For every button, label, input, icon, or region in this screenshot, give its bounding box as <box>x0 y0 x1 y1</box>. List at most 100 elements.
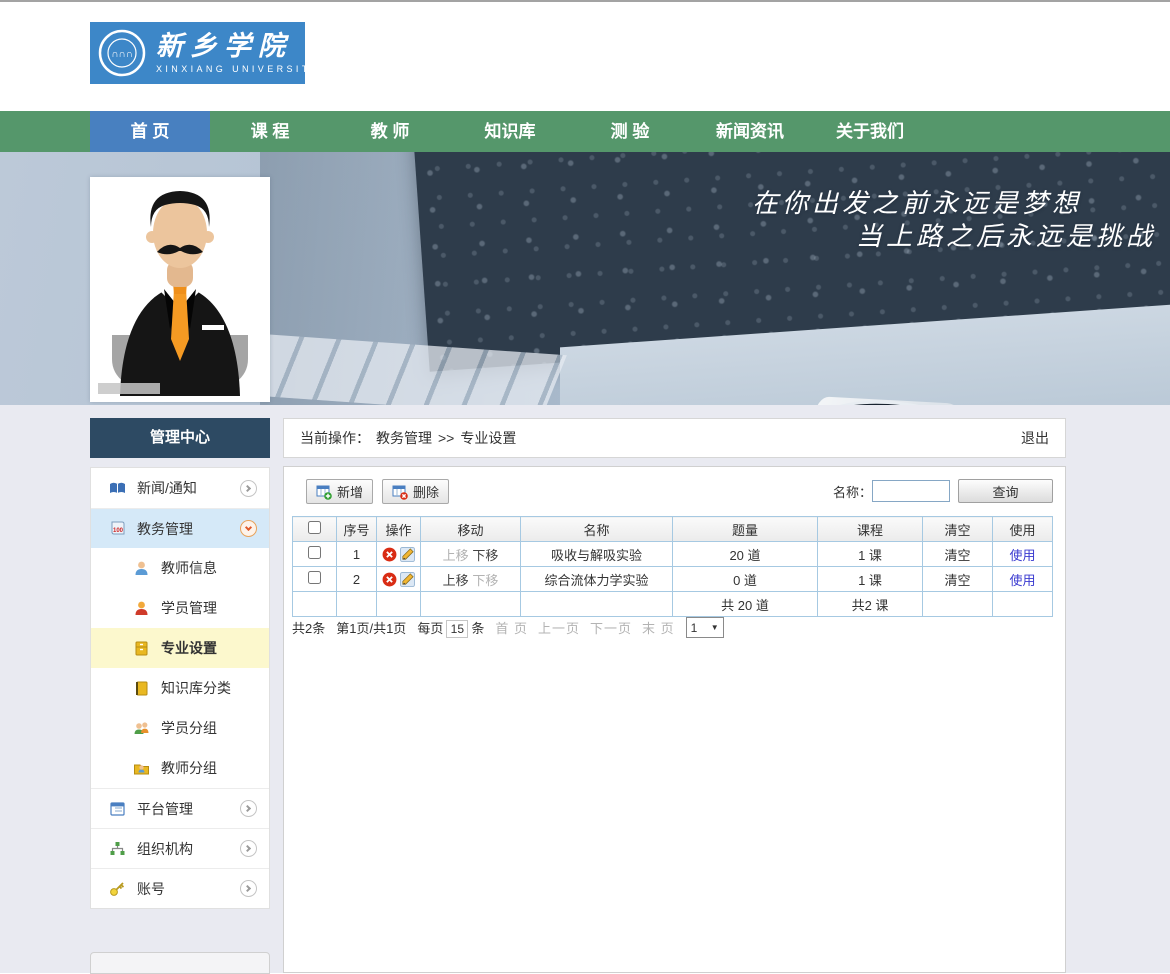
chevron-down-icon <box>240 520 257 537</box>
sidebar-item-label: 教师分组 <box>161 758 257 778</box>
col-header-action: 操作 <box>377 517 421 542</box>
sidebar-item-news[interactable]: 新闻/通知 <box>91 468 269 508</box>
dropdown-arrow-icon: ▼ <box>711 623 719 632</box>
pagination-per-page: 每页15条 <box>417 618 484 638</box>
breadcrumb-label: 当前操作： <box>300 428 370 448</box>
row-index: 1 <box>337 542 377 567</box>
clear-link[interactable]: 清空 <box>944 548 970 563</box>
sidebar-item-label: 学员分组 <box>161 718 257 738</box>
row-checkbox[interactable] <box>308 571 321 584</box>
sidebar-item-student-groups[interactable]: 学员分组 <box>91 708 269 748</box>
chevron-right-icon <box>240 880 257 897</box>
teacher-person-icon <box>133 560 150 577</box>
col-header-clear: 清空 <box>923 517 993 542</box>
pagination-page-info: 第1页/共1页 <box>336 618 406 637</box>
nav-item-about[interactable]: 关于我们 <box>810 111 930 152</box>
sidebar-item-kb-categories[interactable]: 知识库分类 <box>91 668 269 708</box>
row-name: 综合流体力学实验 <box>521 567 673 592</box>
search-button[interactable]: 查询 <box>958 479 1053 503</box>
search-area: 名称： 查询 <box>833 479 1053 503</box>
row-quantity: 0 道 <box>673 567 818 592</box>
sidebar-footer-panel <box>90 952 270 974</box>
student-person-icon <box>133 600 150 617</box>
summary-course: 共2 课 <box>818 592 923 617</box>
page-select-value: 1 <box>691 621 698 635</box>
sidebar-item-platform-admin[interactable]: 平台管理 <box>91 788 269 828</box>
table-row: 2 上移 下移 综合流体力学实验 0 道 1 课 清空 使用 <box>293 567 1053 592</box>
main-content-panel: 新增 删除 名称： 查询 序号 操作 移动 名称 题量 <box>283 466 1066 973</box>
sidebar-item-label: 账号 <box>137 879 240 899</box>
add-button-label: 新增 <box>337 482 363 501</box>
col-header-move: 移动 <box>421 517 521 542</box>
last-page-link[interactable]: 末 页 <box>642 618 675 637</box>
pagination-bar: 共2条 第1页/共1页 每页15条 首 页 上一页 下一页 末 页 1 ▼ <box>292 617 724 638</box>
logout-link[interactable]: 退出 <box>1021 428 1049 448</box>
user-avatar <box>90 177 270 402</box>
delete-table-icon <box>392 484 408 500</box>
main-nav: 首 页 课 程 教 师 知识库 测 验 新闻资讯 关于我们 <box>0 111 1170 152</box>
sidebar-item-label: 教师信息 <box>161 558 257 578</box>
move-down-link[interactable]: 下移 <box>472 573 498 588</box>
nav-item-news[interactable]: 新闻资讯 <box>690 111 810 152</box>
sidebar-item-label: 新闻/通知 <box>137 478 240 498</box>
sidebar-item-major-settings[interactable]: 专业设置 <box>91 628 269 668</box>
svg-text:∩∩∩: ∩∩∩ <box>111 49 133 60</box>
avatar-illustration <box>90 177 270 402</box>
university-logo[interactable]: ∩∩∩ 新乡学院 XINXIANG UNIVERSITY <box>90 22 305 84</box>
nav-item-home[interactable]: 首 页 <box>90 111 210 152</box>
sidebar-title: 管理中心 <box>90 418 270 458</box>
use-link[interactable]: 使用 <box>1009 548 1035 563</box>
sidebar-item-label: 教务管理 <box>137 519 240 539</box>
move-down-link[interactable]: 下移 <box>472 548 498 563</box>
prev-page-link[interactable]: 上一页 <box>538 618 580 637</box>
people-group-icon <box>133 720 150 737</box>
first-page-link[interactable]: 首 页 <box>495 618 528 637</box>
delete-button-label: 删除 <box>413 482 439 501</box>
page-select-dropdown[interactable]: 1 ▼ <box>686 617 724 638</box>
chevron-right-icon <box>240 480 257 497</box>
breadcrumb-page: 专业设置 <box>460 428 516 448</box>
next-page-link[interactable]: 下一页 <box>590 618 632 637</box>
sidebar-item-label: 组织机构 <box>137 839 240 859</box>
logo-text: 新乡学院 XINXIANG UNIVERSITY <box>156 32 320 74</box>
summary-quantity: 共 20 道 <box>673 592 818 617</box>
image-watermark <box>98 383 160 394</box>
sidebar-item-label: 知识库分类 <box>161 678 257 698</box>
clear-link[interactable]: 清空 <box>944 573 970 588</box>
book-icon <box>109 480 126 497</box>
row-course: 1 课 <box>818 542 923 567</box>
sidebar-item-organization[interactable]: 组织机构 <box>91 828 269 868</box>
delete-button[interactable]: 删除 <box>382 479 449 504</box>
nav-item-teachers[interactable]: 教 师 <box>330 111 450 152</box>
nav-item-courses[interactable]: 课 程 <box>210 111 330 152</box>
row-checkbox[interactable] <box>308 546 321 559</box>
edit-row-icon[interactable] <box>400 547 415 562</box>
use-link[interactable]: 使用 <box>1009 573 1035 588</box>
move-up-link[interactable]: 上移 <box>443 573 469 588</box>
delete-row-icon[interactable] <box>382 547 397 562</box>
per-page-input[interactable]: 15 <box>446 620 468 638</box>
sidebar-item-label: 专业设置 <box>161 638 257 658</box>
row-index: 2 <box>337 567 377 592</box>
search-label: 名称： <box>833 482 872 501</box>
majors-table: 序号 操作 移动 名称 题量 课程 清空 使用 1 上移 下移 <box>292 516 1053 617</box>
sidebar-item-label: 学员管理 <box>161 598 257 618</box>
sidebar-item-student-admin[interactable]: 学员管理 <box>91 588 269 628</box>
col-header-name: 名称 <box>521 517 673 542</box>
sidebar-item-teacher-groups[interactable]: 教师分组 <box>91 748 269 788</box>
chevron-right-icon <box>240 800 257 817</box>
sidebar-item-academic-admin[interactable]: 100 教务管理 <box>91 508 269 548</box>
nav-item-knowledge-base[interactable]: 知识库 <box>450 111 570 152</box>
add-button[interactable]: 新增 <box>306 479 373 504</box>
nav-item-tests[interactable]: 测 验 <box>570 111 690 152</box>
org-chart-icon <box>109 840 126 857</box>
sidebar-item-teacher-info[interactable]: 教师信息 <box>91 548 269 588</box>
search-input[interactable] <box>872 480 950 502</box>
row-course: 1 课 <box>818 567 923 592</box>
select-all-checkbox[interactable] <box>308 521 321 534</box>
edit-row-icon[interactable] <box>400 572 415 587</box>
sidebar-item-account[interactable]: 账号 <box>91 868 269 908</box>
delete-row-icon[interactable] <box>382 572 397 587</box>
move-up-link[interactable]: 上移 <box>443 548 469 563</box>
page: ∩∩∩ 新乡学院 XINXIANG UNIVERSITY 首 页 课 程 教 师… <box>0 0 1170 973</box>
